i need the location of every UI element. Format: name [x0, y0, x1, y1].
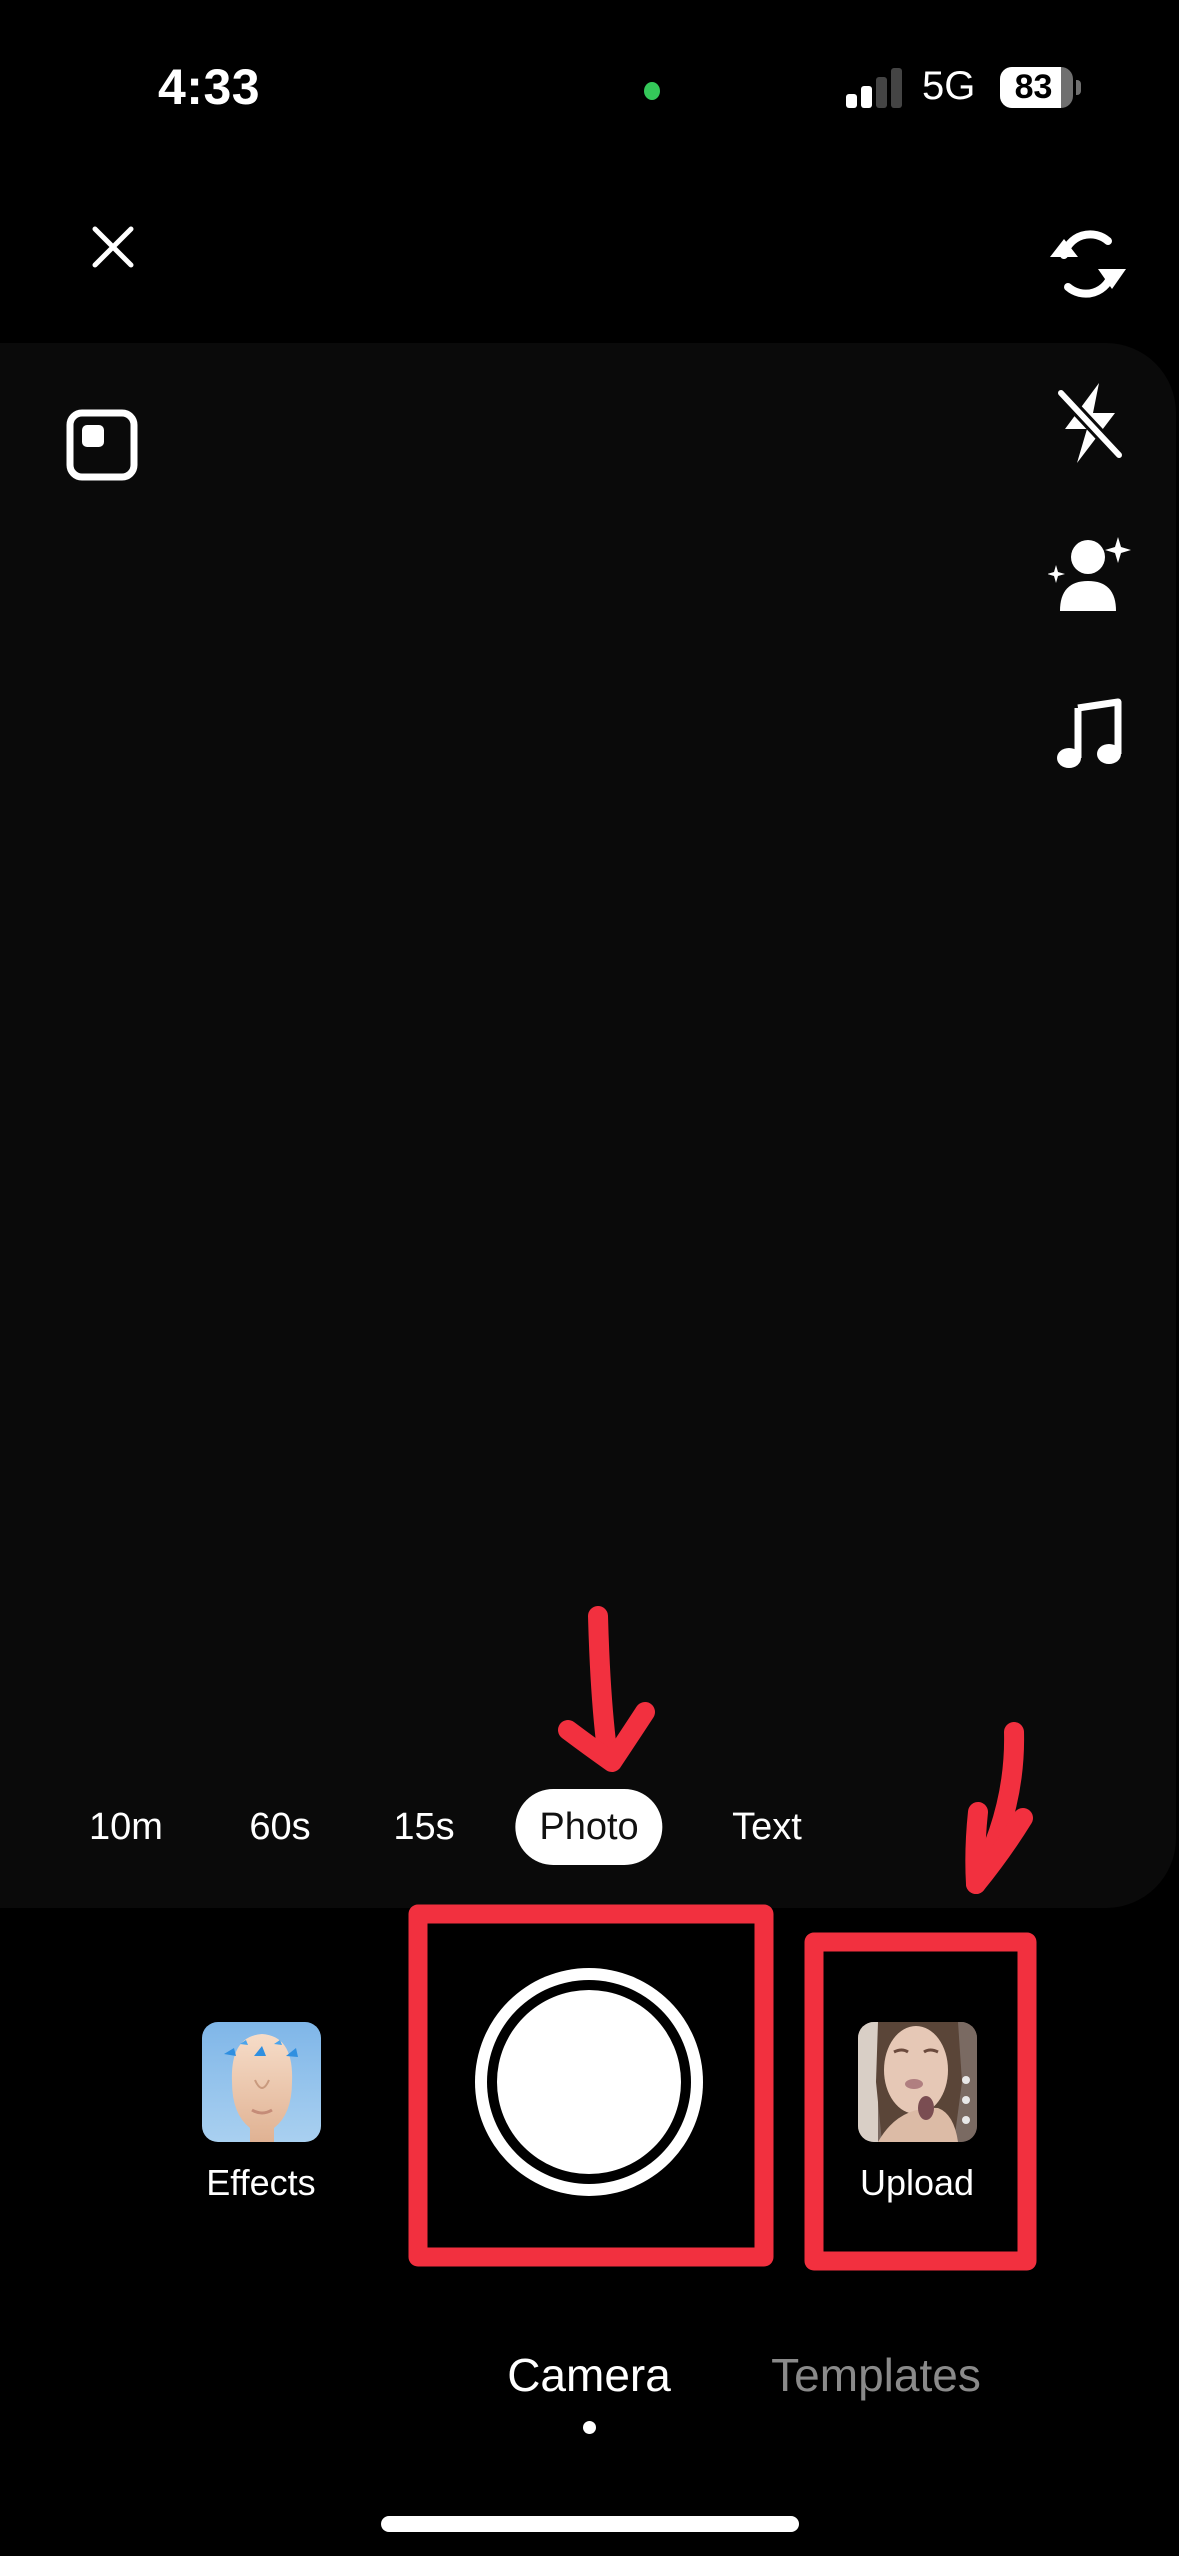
- home-indicator[interactable]: [381, 2516, 799, 2532]
- tab-camera[interactable]: Camera: [507, 2348, 671, 2402]
- signal-bar: [861, 86, 872, 108]
- flip-camera-icon: [1050, 230, 1126, 298]
- effects-button[interactable]: Effects: [180, 2022, 342, 2222]
- beauty-filter-button[interactable]: [1045, 530, 1135, 620]
- flip-camera-button[interactable]: [1038, 218, 1138, 310]
- upload-thumbnail: [858, 2022, 977, 2142]
- status-time: 4:33: [158, 59, 261, 115]
- aspect-ratio-button[interactable]: [62, 405, 142, 485]
- flash-toggle-button[interactable]: [1045, 378, 1135, 468]
- signal-bar: [846, 94, 857, 108]
- music-note-icon: [1057, 698, 1122, 768]
- shutter-button[interactable]: [475, 1968, 703, 2196]
- active-tab-indicator: [583, 2421, 596, 2434]
- beauty-person-sparkle-icon: [1048, 537, 1131, 611]
- close-icon: [92, 226, 134, 268]
- mode-15s[interactable]: 15s: [393, 1789, 454, 1865]
- mode-10m[interactable]: 10m: [89, 1789, 163, 1865]
- signal-bar: [891, 68, 902, 108]
- cellular-signal-icon: [846, 68, 904, 108]
- mode-photo[interactable]: Photo: [515, 1789, 663, 1865]
- gallery-preview-image: [858, 2022, 977, 2142]
- upload-label: Upload: [859, 2162, 975, 2203]
- shutter-gap: [487, 1980, 691, 2184]
- camera-viewfinder[interactable]: [0, 343, 1176, 1908]
- tab-templates[interactable]: Templates: [771, 2348, 981, 2402]
- capture-mode-selector: 10m 60s 15s Photo Text: [0, 1789, 1179, 1865]
- battery-tip: [1076, 80, 1081, 95]
- mode-text[interactable]: Text: [732, 1789, 802, 1865]
- network-type: 5G: [922, 64, 976, 108]
- mode-60s[interactable]: 60s: [249, 1789, 310, 1865]
- upload-button[interactable]: Upload: [836, 2022, 998, 2222]
- signal-bar: [876, 77, 887, 108]
- effects-thumbnail: [202, 2022, 321, 2142]
- aspect-ratio-icon: [66, 409, 138, 481]
- battery-percent: 83: [1014, 68, 1053, 106]
- flash-off-icon: [1055, 383, 1125, 463]
- add-sound-button[interactable]: [1045, 690, 1135, 775]
- effects-label: Effects: [206, 2162, 316, 2203]
- battery-icon: 83: [1000, 67, 1073, 108]
- camera-in-use-indicator: [644, 82, 660, 100]
- close-button[interactable]: [83, 217, 143, 277]
- shutter-core: [497, 1990, 681, 2174]
- effects-face-icon: [224, 2034, 298, 2142]
